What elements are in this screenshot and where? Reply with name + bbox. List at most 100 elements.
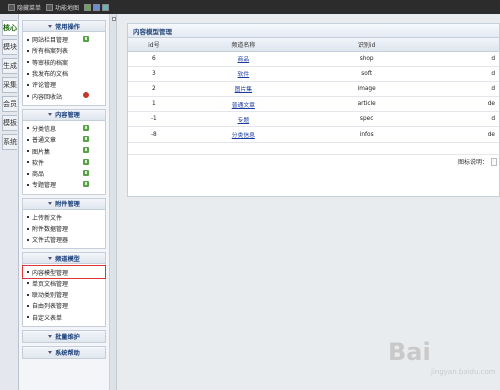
bullet-icon [27, 38, 29, 41]
cell-id: 2 [128, 81, 180, 98]
tab-collect[interactable]: 采集 [2, 77, 17, 93]
menu-item-articles[interactable]: 普通文章 [23, 134, 105, 145]
menu-section-channel-models: 频道模型 内容模型管理 单页文档管理 联动类别管理 自由列表管理 自定义表单 [22, 252, 106, 327]
cell-ident: article [306, 96, 427, 113]
menu-item-file-manager[interactable]: 文件式管理器 [23, 234, 105, 245]
menu-item-my-docs[interactable]: 我发布的文档 [23, 68, 105, 79]
theme-blue-icon[interactable] [93, 3, 101, 11]
menu-item-linked-categories[interactable]: 联动类别管理 [23, 289, 105, 300]
menu-item-label: 所有档案列表 [32, 48, 69, 56]
theme-teal-icon[interactable] [102, 3, 110, 11]
cell-channel-name-link[interactable]: 专题 [179, 111, 307, 128]
menu-item-pending-archives[interactable]: 等审核的档案 [23, 57, 105, 68]
menu-section-title: 常用操作 [55, 23, 80, 31]
tab-generate[interactable]: 生成 [2, 58, 17, 74]
menu-item-single-pages[interactable]: 单页文档管理 [23, 278, 105, 289]
tab-modules[interactable]: 模块 [2, 39, 17, 55]
menu-item-upload-file[interactable]: 上传新文件 [23, 212, 105, 223]
bullet-icon [27, 127, 29, 130]
add-icon[interactable] [83, 169, 89, 176]
add-icon[interactable] [83, 147, 89, 154]
menu-section-header[interactable]: 内容管理 [23, 109, 105, 121]
menu-section-common: 常用操作 网站栏目管理 所有档案列表 等审核的档案 我发布的文档 评论管理 内容… [22, 20, 106, 106]
menu-item-recycle-bin[interactable]: 内容回收站 [23, 90, 105, 101]
menu-item-comments[interactable]: 评论管理 [23, 79, 105, 90]
menu-section-title: 附件管理 [55, 201, 80, 209]
bullet-icon [27, 183, 29, 186]
menu-item-free-lists[interactable]: 自由列表管理 [23, 300, 105, 311]
menu-item-content-models[interactable]: 内容模型管理 [22, 265, 106, 279]
menu-item-classified[interactable]: 分类信息 [23, 123, 105, 134]
cell-channel-name-link[interactable]: 普通文章 [179, 96, 307, 113]
tab-system[interactable]: 系统 [2, 134, 17, 150]
bullet-icon [27, 72, 29, 75]
tab-members[interactable]: 会员 [2, 96, 17, 112]
bullet-icon [27, 304, 29, 307]
menu-item-label: 内容回收站 [32, 93, 63, 101]
cell-id: 6 [128, 51, 180, 67]
menu-section-batch: 批量维护 [22, 329, 106, 343]
menu-item-label: 附件数据管理 [32, 226, 69, 233]
function-map-icon [46, 3, 54, 11]
menu-item-topics[interactable]: 专题管理 [23, 179, 105, 190]
menu-item-label: 商品 [32, 171, 45, 179]
menu-item-catalog-manage[interactable]: 网站栏目管理 [23, 34, 105, 45]
cell-ident: image [306, 81, 427, 98]
table-row: -8 分类信息 infos de [128, 126, 499, 143]
cell-extra: d [426, 51, 499, 67]
panel-title: 内容模型管理 [128, 24, 499, 38]
menu-item-custom-forms[interactable]: 自定义表单 [23, 312, 105, 323]
menu-section-header[interactable]: 系统帮助 [23, 346, 105, 358]
cell-channel-name-link[interactable]: 分类信息 [179, 126, 307, 143]
menu-section-help: 系统帮助 [22, 345, 106, 359]
cell-id: 3 [128, 66, 180, 82]
menu-section-content: 内容管理 分类信息 普通文章 图片集 软件 商品 专题管理 [22, 108, 106, 195]
add-icon[interactable] [83, 136, 89, 143]
hide-menu-label: 隐藏菜单 [17, 4, 42, 12]
table-row: 3 软件 soft d [128, 66, 499, 82]
menu-section-header[interactable]: 附件管理 [23, 198, 105, 210]
menu-item-all-archives[interactable]: 所有档案列表 [23, 45, 105, 56]
cell-ident: shop [306, 51, 427, 67]
menu-section-header[interactable]: 频道模型 [23, 253, 105, 265]
add-icon[interactable] [83, 36, 89, 42]
menu-section-header[interactable]: 常用操作 [23, 21, 105, 32]
function-map-button[interactable]: 功能地图 [46, 3, 79, 12]
menu-item-attachment-data[interactable]: 附件数据管理 [23, 223, 105, 234]
cell-channel-name-link[interactable]: 图片集 [179, 81, 307, 98]
cell-extra: d [426, 66, 499, 82]
menu-item-images[interactable]: 图片集 [23, 145, 105, 156]
menu-item-products[interactable]: 商品 [23, 168, 105, 179]
sidebar-splitter[interactable] [110, 14, 117, 390]
cell-extra: d [426, 81, 499, 98]
cell-id: -1 [128, 111, 180, 128]
collapse-sidebar-icon[interactable] [112, 17, 116, 21]
hide-menu-button[interactable]: 隐藏菜单 [8, 3, 41, 12]
tab-core[interactable]: 核心 [2, 20, 17, 36]
collapse-arrow-icon [48, 256, 53, 260]
trash-icon[interactable] [83, 92, 89, 99]
function-map-label: 功能地图 [55, 4, 80, 12]
menu-item-label: 专题管理 [32, 182, 57, 190]
cell-ident: infos [306, 126, 427, 143]
bullet-icon [27, 83, 29, 86]
bullet-icon [27, 227, 29, 230]
column-header-extra [426, 38, 499, 52]
add-icon[interactable] [83, 181, 89, 188]
cell-channel-name-link[interactable]: 商品 [179, 51, 307, 67]
menu-item-software[interactable]: 软件 [23, 157, 105, 168]
cell-channel-name-link[interactable]: 软件 [179, 66, 307, 82]
bullet-icon [27, 61, 29, 64]
table-row: 6 商品 shop d [128, 51, 499, 67]
column-header-id: id号 [128, 38, 180, 52]
theme-green-icon[interactable] [84, 3, 92, 11]
menu-item-label: 评论管理 [32, 82, 57, 90]
add-icon[interactable] [83, 158, 89, 165]
add-icon[interactable] [83, 124, 89, 131]
menu-section-title: 内容管理 [55, 112, 80, 120]
menu-item-label: 我发布的文档 [32, 71, 69, 79]
tab-templates[interactable]: 模板 [2, 115, 17, 131]
menu-section-header[interactable]: 批量维护 [23, 330, 105, 342]
menu-item-label: 上传新文件 [32, 214, 63, 222]
content-model-table: id号 频道名称 识别id 6 商品 shop d 3 软件 soft d 2 … [128, 38, 499, 143]
